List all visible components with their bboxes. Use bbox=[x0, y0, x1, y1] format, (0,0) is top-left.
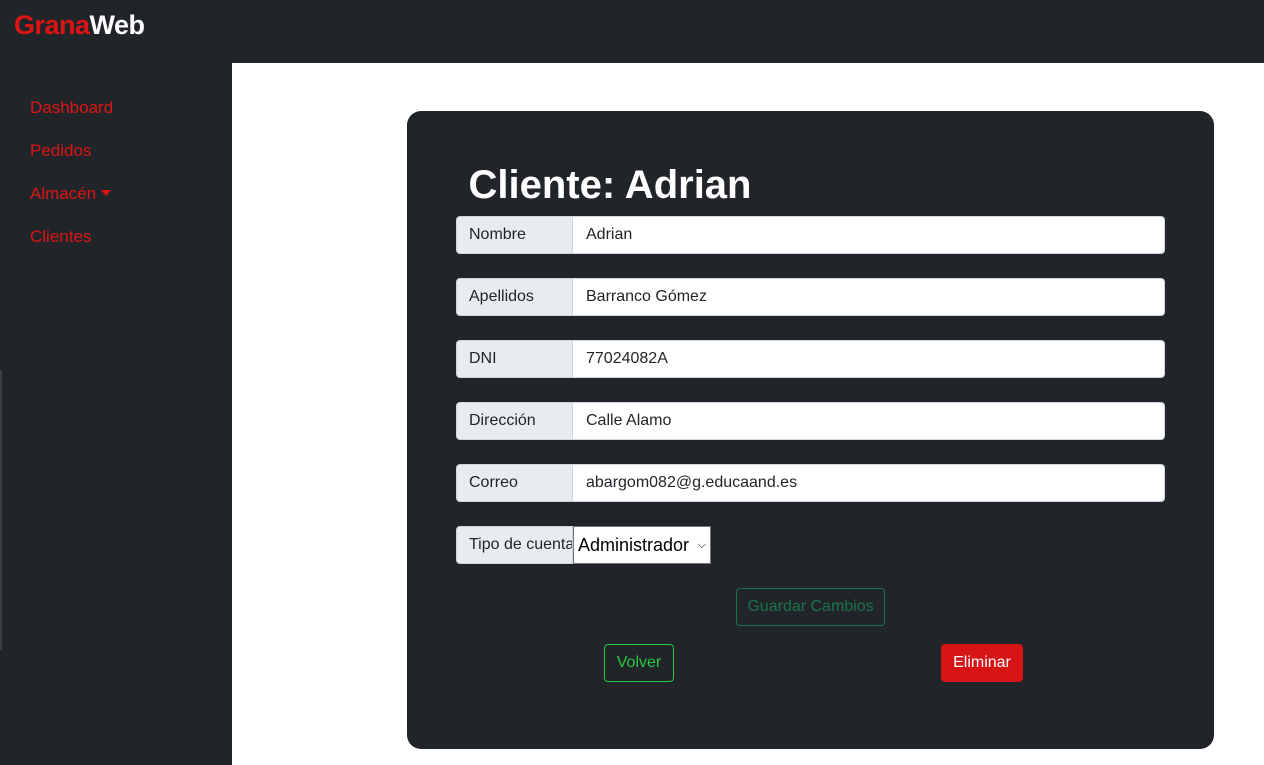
delete-button[interactable]: Eliminar bbox=[941, 644, 1023, 682]
direccion-field[interactable] bbox=[573, 402, 1165, 440]
field-label-direccion: Dirección bbox=[456, 402, 573, 440]
account-type-select[interactable]: Administrador ⌵ bbox=[573, 526, 711, 564]
top-navbar: GranaWeb bbox=[0, 0, 1264, 63]
field-label-nombre: Nombre bbox=[456, 216, 573, 254]
field-label-tipo-cuenta: Tipo de cuenta bbox=[456, 526, 573, 564]
field-label-dni: DNI bbox=[456, 340, 573, 378]
sidebar-item-dashboard[interactable]: Dashboard bbox=[30, 98, 113, 118]
back-button[interactable]: Volver bbox=[604, 644, 674, 682]
sidebar-item-label: Pedidos bbox=[30, 141, 92, 160]
sidebar-divider bbox=[0, 370, 2, 650]
sidebar-item-pedidos[interactable]: Pedidos bbox=[30, 141, 91, 161]
field-row-direccion: Dirección bbox=[456, 402, 1165, 440]
chevron-down-icon: ⌵ bbox=[697, 538, 706, 551]
field-row-nombre: Nombre bbox=[456, 216, 1165, 254]
sidebar-item-label: Clientes bbox=[30, 227, 92, 246]
field-row-apellidos: Apellidos bbox=[456, 278, 1165, 316]
nombre-field[interactable] bbox=[573, 216, 1165, 254]
account-type-selected: Administrador bbox=[578, 534, 690, 555]
sidebar-item-label: Dashboard bbox=[30, 98, 114, 117]
page-title: Cliente: Adrian bbox=[468, 163, 752, 207]
dni-field[interactable] bbox=[573, 340, 1165, 378]
field-row-tipo-cuenta: Tipo de cuenta Administrador ⌵ bbox=[456, 526, 1165, 564]
brand-part-web: Web bbox=[89, 10, 146, 40]
field-row-correo: Correo bbox=[456, 464, 1165, 502]
email-field[interactable] bbox=[573, 464, 1165, 502]
field-label-apellidos: Apellidos bbox=[456, 278, 573, 316]
field-row-dni: DNI bbox=[456, 340, 1165, 378]
sidebar-item-clientes[interactable]: Clientes bbox=[30, 227, 91, 247]
field-label-correo: Correo bbox=[456, 464, 573, 502]
brand-logo[interactable]: GranaWeb bbox=[14, 10, 145, 41]
brand-part-grana: Grana bbox=[14, 10, 90, 40]
apellidos-field[interactable] bbox=[573, 278, 1165, 316]
save-changes-button[interactable]: Guardar Cambios bbox=[736, 588, 885, 626]
